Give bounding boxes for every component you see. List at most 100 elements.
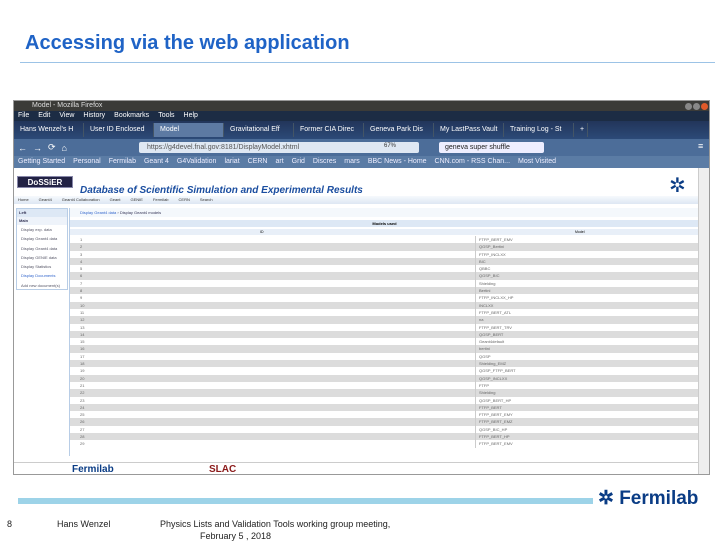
table-row[interactable]: 6 QGSP_BIC bbox=[70, 272, 699, 280]
tab-active[interactable]: Model bbox=[154, 123, 224, 137]
site-nav-item[interactable]: Geant bbox=[110, 197, 121, 202]
slide-title: Accessing via the web application bbox=[25, 32, 350, 54]
menu-history[interactable]: History bbox=[83, 112, 105, 119]
left-nav-item[interactable]: Display Geant4 data bbox=[17, 244, 67, 253]
site-nav-item[interactable]: Home bbox=[18, 197, 29, 202]
left-nav-item[interactable]: Display GENIE data bbox=[17, 253, 67, 262]
table-row[interactable]: 11 FTFP_BERT_ATL bbox=[70, 308, 699, 317]
table-row[interactable]: 28 FTFP_BERT_HP bbox=[70, 433, 699, 441]
bookmark-item[interactable]: BBC News - Home bbox=[368, 158, 427, 165]
left-nav-item[interactable]: Display Statistics bbox=[17, 262, 67, 271]
table-row[interactable]: 21 FTFP bbox=[70, 381, 699, 390]
table-row[interactable]: 1 FTFP_BERT_EMV bbox=[70, 236, 699, 244]
row-id: 25 bbox=[80, 412, 85, 418]
table-row[interactable]: 27 QGSP_BIC_HP bbox=[70, 425, 699, 434]
scrollbar[interactable] bbox=[698, 168, 709, 474]
bookmark-item[interactable]: Personal bbox=[73, 158, 101, 165]
site-nav-item[interactable]: Search bbox=[200, 197, 213, 202]
row-model: Geant4default bbox=[475, 338, 504, 346]
left-nav-item[interactable]: Add new document(s) bbox=[17, 281, 67, 290]
table-row[interactable]: 7 Shielding bbox=[70, 279, 699, 288]
row-id: 15 bbox=[80, 339, 85, 345]
menu-edit[interactable]: Edit bbox=[38, 112, 50, 119]
table-row[interactable]: 17 QGSP bbox=[70, 352, 699, 361]
footer-slac-logo: SLAC bbox=[209, 464, 237, 475]
tab[interactable]: Former CIA Direc bbox=[294, 123, 364, 137]
bookmark-item[interactable]: Discres bbox=[313, 158, 336, 165]
menu-file[interactable]: File bbox=[18, 112, 29, 119]
bookmark-item[interactable]: Geant 4 bbox=[144, 158, 169, 165]
zoom-level[interactable]: 67% bbox=[384, 143, 396, 149]
minimize-button[interactable] bbox=[685, 103, 692, 110]
tab[interactable]: Geneva Park Dis bbox=[364, 123, 434, 137]
close-button[interactable] bbox=[701, 103, 708, 110]
table-row[interactable]: 5 QBBC bbox=[70, 265, 699, 273]
left-nav-item[interactable]: Display Geant4 data bbox=[17, 234, 67, 243]
bookmark-item[interactable]: G4Validation bbox=[177, 158, 217, 165]
tab[interactable]: My LastPass Vault bbox=[434, 123, 504, 137]
table-row[interactable]: 8 Bertini bbox=[70, 287, 699, 295]
forward-icon[interactable]: → bbox=[33, 143, 42, 153]
table-row[interactable]: 29 FTFP_BERT_EMV bbox=[70, 440, 699, 448]
back-icon[interactable]: ← bbox=[18, 143, 27, 153]
col-model-header[interactable]: Model bbox=[575, 229, 585, 235]
site-nav-item[interactable]: Fermilab bbox=[153, 197, 169, 202]
bookmark-item[interactable]: lariat bbox=[224, 158, 239, 165]
bookmark-item[interactable]: Grid bbox=[292, 158, 305, 165]
table-row[interactable]: 14 QGSP_BERT bbox=[70, 330, 699, 339]
table-row[interactable]: 20 QGSP_INCLXX bbox=[70, 374, 699, 382]
table-row[interactable]: 13 FTFP_BERT_TRV bbox=[70, 323, 699, 331]
table-row[interactable]: 19 QGSP_FTFP_BERT bbox=[70, 367, 699, 375]
menu-bookmarks[interactable]: Bookmarks bbox=[114, 112, 149, 119]
maximize-button[interactable] bbox=[693, 103, 700, 110]
table-row[interactable]: 12 na bbox=[70, 316, 699, 324]
row-id: 21 bbox=[80, 382, 85, 388]
tab[interactable]: User ID Enclosed bbox=[84, 123, 154, 137]
table-row[interactable]: 25 FTFP_BERT_EMY bbox=[70, 411, 699, 419]
tab[interactable]: Hans Wenzel's H bbox=[14, 123, 84, 137]
site-nav-item[interactable]: CERN bbox=[179, 197, 190, 202]
menu-help[interactable]: Help bbox=[184, 112, 198, 119]
bookmark-item[interactable]: Fermilab bbox=[109, 158, 136, 165]
table-row[interactable]: 24 FTFP_BERT bbox=[70, 403, 699, 412]
table-row[interactable]: 3 FTFP_INCLXX bbox=[70, 250, 699, 258]
tab[interactable]: Training Log - St bbox=[504, 123, 574, 137]
table-row[interactable]: 9 FTFP_INCLXX_HP bbox=[70, 294, 699, 302]
table-row[interactable]: 16 bertini bbox=[70, 345, 699, 353]
hamburger-menu-icon[interactable]: ≡ bbox=[698, 141, 703, 151]
reload-icon[interactable]: ⟳ bbox=[48, 142, 56, 153]
bookmark-item[interactable]: Most Visited bbox=[518, 158, 556, 165]
bookmark-item[interactable]: mars bbox=[344, 158, 360, 165]
site-nav-item[interactable]: Geant4 bbox=[39, 197, 52, 202]
home-icon[interactable]: ⌂ bbox=[62, 143, 67, 153]
menu-view[interactable]: View bbox=[59, 112, 74, 119]
new-tab-icon[interactable]: + bbox=[574, 123, 588, 137]
table-row[interactable]: 15 Geant4default bbox=[70, 338, 699, 346]
table-row[interactable]: 10 INCLXX bbox=[70, 301, 699, 309]
table-row[interactable]: 18 Shielding_EMZ bbox=[70, 360, 699, 368]
url-bar[interactable]: https://g4devel.fnal.gov:8181/DisplayMod… bbox=[139, 142, 419, 153]
bookmark-item[interactable]: CNN.com - RSS Chan... bbox=[435, 158, 510, 165]
left-nav-item[interactable]: Display exp. data bbox=[17, 225, 67, 234]
left-nav-item[interactable]: Display Documents bbox=[17, 271, 67, 280]
table-row[interactable]: 26 FTFP_BERT_EMZ bbox=[70, 418, 699, 426]
bookmark-item[interactable]: CERN bbox=[248, 158, 268, 165]
table-row[interactable]: 23 QGSP_BERT_HP bbox=[70, 396, 699, 404]
menu-tools[interactable]: Tools bbox=[158, 112, 174, 119]
tab[interactable]: Gravitational Eff bbox=[224, 123, 294, 137]
bookmark-item[interactable]: Getting Started bbox=[18, 158, 65, 165]
table-row[interactable]: 22 Shielding bbox=[70, 389, 699, 397]
site-nav-item[interactable]: GENIE bbox=[131, 197, 143, 202]
breadcrumb-link[interactable]: Display Geant4 data bbox=[80, 210, 116, 215]
bookmark-item[interactable]: art bbox=[276, 158, 284, 165]
row-id: 18 bbox=[80, 361, 85, 367]
row-id: 20 bbox=[80, 375, 85, 381]
fermilab-logo: ✲ Fermilab bbox=[598, 487, 698, 510]
site-nav-item[interactable]: Geant4 Collaboration bbox=[62, 197, 100, 202]
models-table: 1 FTFP_BERT_EMV 2 QGSP_Bertini 3 FTFP_INCLXX 4… bbox=[70, 236, 699, 448]
table-row[interactable]: 2 QGSP_Bertini bbox=[70, 243, 699, 251]
table-row[interactable]: 4 BIC bbox=[70, 257, 699, 266]
col-id-header[interactable]: ID bbox=[260, 229, 264, 235]
search-input[interactable]: geneva super shuffle bbox=[439, 142, 544, 153]
dossier-logo[interactable]: DoSSiER bbox=[17, 176, 73, 188]
